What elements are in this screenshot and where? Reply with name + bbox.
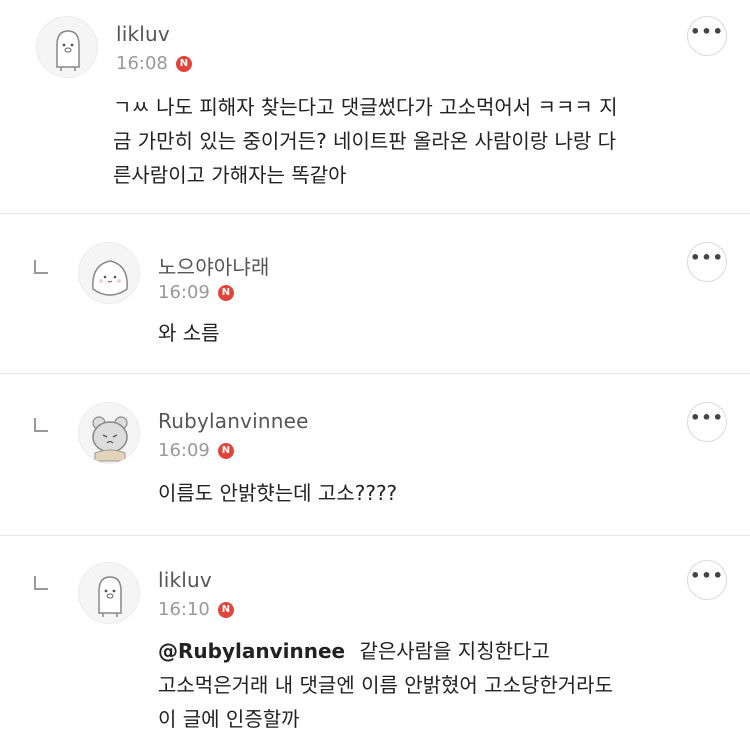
reply-arrow-icon: [34, 260, 48, 274]
comment-meta: 16:09 N: [158, 440, 234, 461]
more-options-button[interactable]: •••: [687, 242, 727, 282]
username[interactable]: Rubylanvinnee: [158, 409, 309, 433]
avatar[interactable]: [78, 242, 140, 304]
new-badge: N: [175, 55, 192, 72]
avatar[interactable]: [78, 562, 140, 624]
bear-avatar-icon: [92, 416, 128, 462]
reply-item: Rubylanvinnee 16:09 N ••• 이름도 안밝햣는데 고소??…: [0, 374, 750, 536]
timestamp: 16:09: [158, 282, 210, 303]
comment-meta: 16:10 N: [158, 599, 234, 620]
comment-meta: 16:09 N: [158, 282, 234, 303]
comment-thread: likluv 16:08 N ••• ㄱㅆ 나도 피해자 찾는다고 댓글썼다가 …: [0, 0, 750, 749]
more-options-button[interactable]: •••: [687, 402, 727, 442]
timestamp: 16:10: [158, 599, 210, 620]
comment-line: 이름도 안밝햣는데 고소????: [158, 481, 398, 505]
reply-arrow-icon: [34, 576, 48, 590]
reply-arrow-icon: [34, 418, 48, 432]
username[interactable]: likluv: [116, 22, 170, 46]
new-badge: N: [217, 601, 234, 618]
comment-line: 와 소름: [158, 321, 220, 345]
comment-text: 같은사람을 지칭한다고: [359, 639, 550, 663]
comment-body: 이름도 안밝햣는데 고소????: [158, 476, 397, 510]
mention-link[interactable]: @Rubylanvinnee: [158, 639, 345, 663]
blob-avatar-icon: [92, 260, 128, 296]
more-options-button[interactable]: •••: [687, 560, 727, 600]
comment-line: 른사람이고 가해자는 똑같아: [113, 163, 347, 187]
comment-meta: 16:08 N: [116, 53, 192, 74]
timestamp: 16:08: [116, 53, 168, 74]
new-badge: N: [217, 284, 234, 301]
comment-body: ㄱㅆ 나도 피해자 찾는다고 댓글썼다가 고소먹어서 ㅋㅋㅋ 지 금 가만히 있…: [113, 90, 618, 192]
comment-body: @Rubylanvinnee 같은사람을 지칭한다고 고소먹은거래 내 댓글엔 …: [158, 634, 613, 736]
new-badge: N: [217, 442, 234, 459]
penguin-avatar-icon: [98, 576, 122, 617]
avatar[interactable]: [36, 16, 98, 78]
more-options-button[interactable]: •••: [687, 16, 727, 56]
comment-line: 금 가만히 있는 중이거든? 네이트판 올라온 사람이랑 나랑 다: [113, 129, 617, 153]
reply-item: 노으야아냐래 16:09 N ••• 와 소름: [0, 214, 750, 374]
comment-line: 이 글에 인증할까: [158, 707, 300, 731]
avatar[interactable]: [78, 402, 140, 464]
comment-item: likluv 16:08 N ••• ㄱㅆ 나도 피해자 찾는다고 댓글썼다가 …: [0, 0, 750, 214]
comment-line: @Rubylanvinnee 같은사람을 지칭한다고: [158, 634, 613, 668]
comment-body: 와 소름: [158, 316, 220, 350]
comment-line: ㄱㅆ 나도 피해자 찾는다고 댓글썼다가 고소먹어서 ㅋㅋㅋ 지: [113, 95, 618, 119]
comment-line: 고소먹은거래 내 댓글엔 이름 안밝혔어 고소당한거라도: [158, 673, 613, 697]
username[interactable]: likluv: [158, 568, 212, 592]
username[interactable]: 노으야아냐래: [158, 251, 270, 280]
timestamp: 16:09: [158, 440, 210, 461]
reply-item: likluv 16:10 N ••• @Rubylanvinnee 같은사람을 …: [0, 536, 750, 749]
penguin-avatar-icon: [56, 30, 80, 71]
